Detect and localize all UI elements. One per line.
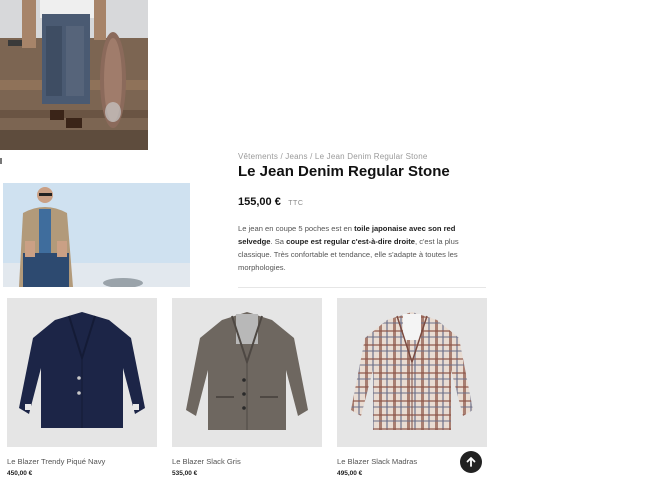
related-product-card[interactable]: Le Blazer Slack Gris 535,00 €	[172, 298, 322, 477]
breadcrumb[interactable]: Vêtements / Jeans / Le Jean Denim Regula…	[238, 152, 428, 161]
product-thumbnail-madras-blazer[interactable]	[337, 298, 487, 447]
page-edge-mark	[0, 158, 2, 164]
product-photo-skateboard	[0, 0, 148, 150]
desc-part-2: . Sa	[270, 237, 287, 246]
product-price: 155,00 €	[238, 196, 281, 208]
product-title: Le Jean Denim Regular Stone	[238, 163, 450, 180]
related-product-name[interactable]: Le Blazer Slack Gris	[172, 457, 322, 466]
related-product-price: 535,00 €	[172, 470, 198, 477]
price-row: 155,00 € TTC	[238, 192, 303, 210]
product-description: Le jean en coupe 5 poches est en toile j…	[238, 222, 486, 274]
product-photo-man	[3, 183, 190, 287]
price-suffix: TTC	[288, 200, 304, 207]
related-product-card[interactable]: Le Blazer Slack Madras 495,00 €	[337, 298, 487, 477]
product-thumbnail-grey-blazer[interactable]	[172, 298, 322, 447]
section-divider	[238, 287, 486, 288]
desc-part-1: Le jean en coupe 5 poches est en	[238, 224, 355, 233]
desc-bold-2: coupe est regular c'est-à-dire droite	[286, 237, 415, 246]
product-thumbnail-navy-blazer[interactable]	[7, 298, 157, 447]
related-product-card[interactable]: Le Blazer Trendy Piqué Navy 450,00 €	[7, 298, 157, 477]
scroll-to-top-button[interactable]	[460, 451, 482, 473]
arrow-up-icon	[466, 457, 476, 467]
related-product-name[interactable]: Le Blazer Trendy Piqué Navy	[7, 457, 157, 466]
related-product-price: 450,00 €	[7, 470, 33, 477]
